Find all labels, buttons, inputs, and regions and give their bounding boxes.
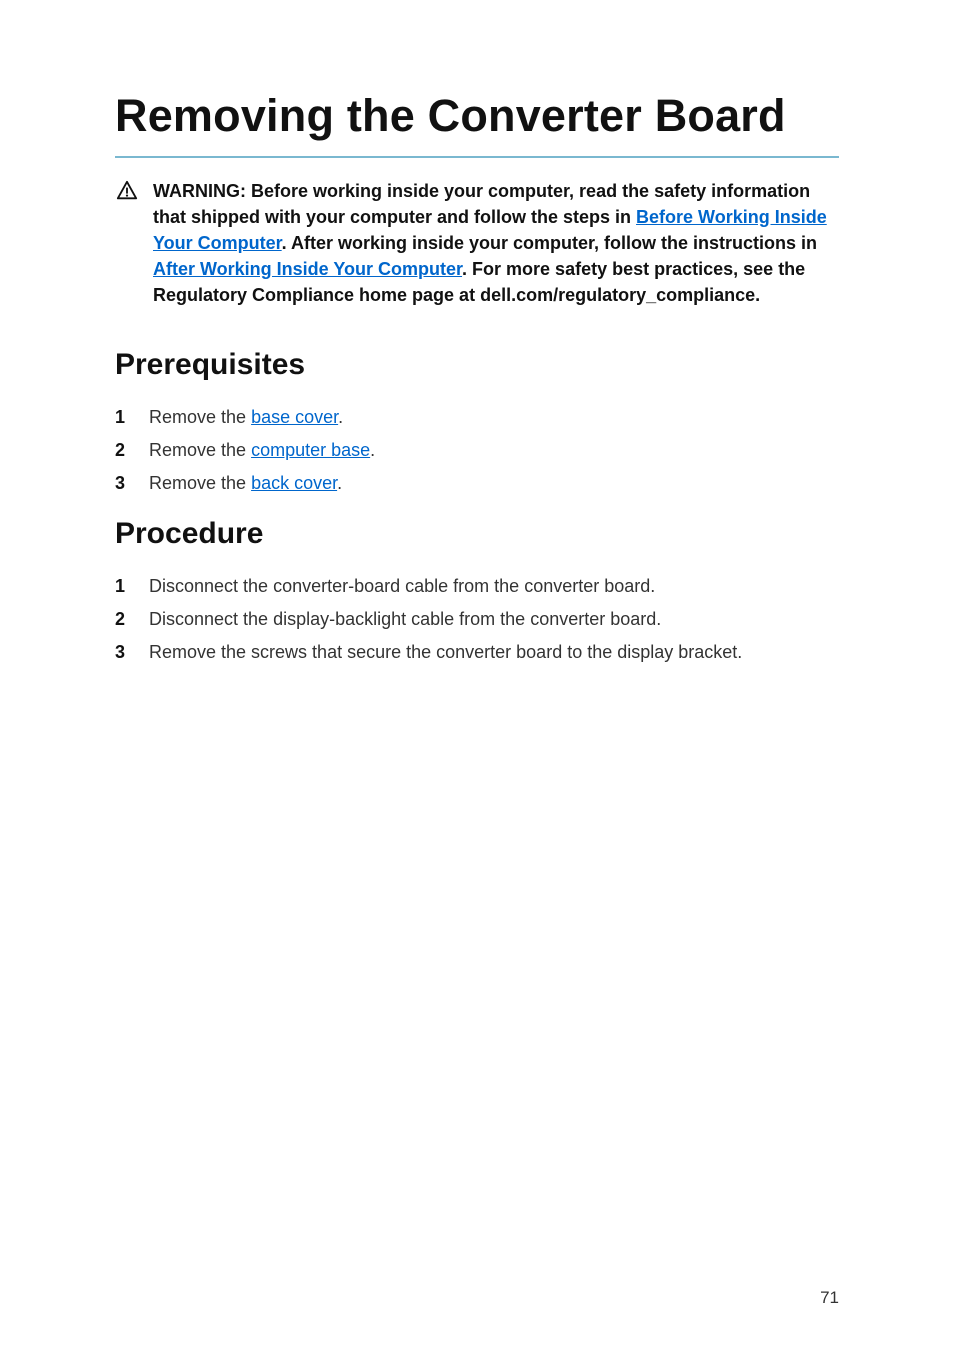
procedure-heading: Procedure [115, 517, 839, 551]
link-base-cover[interactable]: base cover [251, 407, 338, 427]
link-computer-base[interactable]: computer base [251, 440, 370, 460]
page-number: 71 [820, 1288, 839, 1308]
list-item: Remove the screws that secure the conver… [115, 639, 839, 666]
prereq-text-post: . [370, 440, 375, 460]
list-item: Disconnect the converter-board cable fro… [115, 573, 839, 600]
list-item: Disconnect the display-backlight cable f… [115, 606, 839, 633]
prerequisites-list: Remove the base cover. Remove the comput… [115, 404, 839, 497]
link-back-cover[interactable]: back cover [251, 473, 337, 493]
page-title: Removing the Converter Board [115, 90, 839, 142]
prerequisites-heading: Prerequisites [115, 348, 839, 382]
procedure-step: Disconnect the display-backlight cable f… [149, 606, 661, 633]
procedure-step: Remove the screws that secure the conver… [149, 639, 742, 666]
prereq-text-post: . [338, 407, 343, 427]
list-item: Remove the base cover. [115, 404, 839, 431]
link-after-working[interactable]: After Working Inside Your Computer [153, 259, 462, 279]
warning-text: WARNING: Before working inside your comp… [153, 178, 839, 308]
prereq-text-post: . [337, 473, 342, 493]
prereq-text: Remove the [149, 440, 251, 460]
warning-triangle-icon [115, 180, 139, 207]
warning-mid1: . After working inside your computer, fo… [282, 233, 817, 253]
title-divider [115, 156, 839, 158]
procedure-step: Disconnect the converter-board cable fro… [149, 573, 655, 600]
procedure-list: Disconnect the converter-board cable fro… [115, 573, 839, 666]
prereq-text: Remove the [149, 407, 251, 427]
list-item: Remove the computer base. [115, 437, 839, 464]
prereq-text: Remove the [149, 473, 251, 493]
list-item: Remove the back cover. [115, 470, 839, 497]
warning-block: WARNING: Before working inside your comp… [115, 178, 839, 308]
